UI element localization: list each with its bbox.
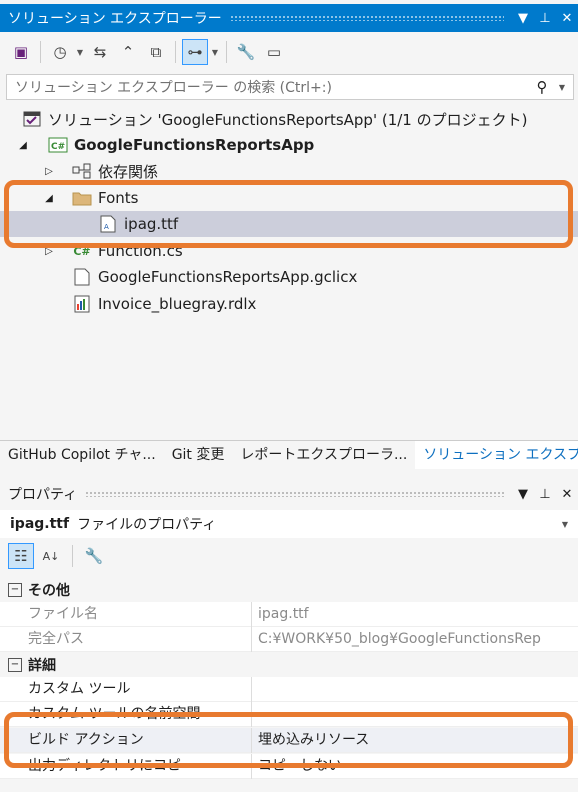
tree-item-label: GoogleFunctionsReportsApp.gclicx: [98, 268, 358, 286]
titlebar-grip[interactable]: [229, 15, 504, 21]
chevron-down-icon[interactable]: ▼: [75, 48, 85, 57]
property-name: カスタム ツール: [0, 676, 252, 702]
tab-report-explorer[interactable]: レポートエクスプローラ...: [232, 441, 415, 469]
file-icon: [72, 268, 92, 286]
toolbar-separator: [40, 41, 41, 63]
collapse-icon[interactable]: −: [8, 582, 22, 597]
properties-toolbar: ☷ A↓ 🔧: [0, 540, 578, 572]
search-input[interactable]: ソリューション エクスプローラー の検索 (Ctrl+:): [7, 77, 527, 97]
tree-item-label: Invoice_bluegray.rdlx: [98, 295, 257, 313]
category-label: 詳細: [28, 657, 56, 674]
annotation-highlight-fonts: [4, 180, 573, 248]
categorized-icon[interactable]: ☷: [8, 543, 34, 569]
window-position-dropdown-icon[interactable]: ▼: [512, 11, 534, 26]
category-other[interactable]: − その他: [0, 577, 578, 602]
collapse-all-icon[interactable]: ⌃: [115, 39, 141, 65]
property-value[interactable]: [252, 677, 578, 702]
close-icon[interactable]: ✕: [556, 487, 578, 502]
tree-item-project[interactable]: ◢ C# GoogleFunctionsReportsApp: [0, 132, 578, 158]
properties-object-selector[interactable]: ipag.ttf ファイルのプロパティ ▼: [0, 510, 578, 538]
pin-icon[interactable]: ⊥: [534, 487, 556, 502]
tree-item-solution[interactable]: ソリューション 'GoogleFunctionsReportsApp' (1/1…: [0, 106, 578, 132]
property-row-custom-tool[interactable]: カスタム ツール: [0, 676, 578, 702]
category-label: その他: [28, 582, 70, 599]
property-name: ファイル名: [0, 601, 252, 627]
solution-explorer-toolbar: ▣ ◷ ▼ ⇆ ⌃ ⧉ ⊶ ▼ 🔧 ▭: [0, 32, 578, 72]
property-value: ipag.ttf: [258, 605, 309, 622]
property-value: C:¥WORK¥50_blog¥GoogleFunctionsRep: [258, 630, 541, 647]
show-all-files-icon[interactable]: ⧉: [143, 39, 169, 65]
expanded-arrow-icon[interactable]: ◢: [16, 140, 30, 151]
tab-solution-explorer[interactable]: ソリューション エクスプ...: [415, 441, 578, 469]
dependencies-icon: [72, 162, 92, 180]
report-file-icon: [72, 295, 92, 313]
search-icon[interactable]: ⚲: [527, 78, 557, 96]
collapsed-arrow-icon[interactable]: ▷: [42, 166, 56, 177]
pin-icon[interactable]: ⊥: [534, 11, 556, 26]
chevron-down-icon[interactable]: ▼: [210, 48, 220, 57]
tree-item-gclicx[interactable]: GoogleFunctionsReportsApp.gclicx: [0, 264, 578, 290]
tree-item-label: ソリューション 'GoogleFunctionsReportsApp' (1/1…: [48, 110, 528, 129]
tree-item-rdlx[interactable]: Invoice_bluegray.rdlx: [0, 291, 578, 317]
alphabetical-icon[interactable]: A↓: [38, 543, 64, 569]
solution-icon: [22, 110, 42, 128]
tab-github-copilot[interactable]: GitHub Copilot チャ...: [0, 441, 164, 469]
chevron-down-icon[interactable]: ▼: [560, 520, 570, 529]
tree-item-label: GoogleFunctionsReportsApp: [74, 136, 315, 154]
window-position-dropdown-icon[interactable]: ▼: [512, 487, 534, 502]
solution-explorer-titlebar: ソリューション エクスプローラー ▼ ⊥ ✕: [0, 4, 578, 32]
svg-text:C#: C#: [51, 142, 65, 152]
property-pages-wrench-icon[interactable]: 🔧: [81, 543, 107, 569]
pending-changes-filter-icon[interactable]: ◷: [47, 39, 73, 65]
close-icon[interactable]: ✕: [556, 11, 578, 26]
tree-item-label: 依存関係: [98, 162, 159, 181]
annotation-highlight-build-action: [4, 712, 573, 768]
object-name: ipag.ttf: [10, 516, 70, 532]
csharp-project-icon: C#: [48, 136, 68, 154]
properties-wrench-icon[interactable]: 🔧: [233, 39, 259, 65]
search-options-dropdown-icon[interactable]: ▼: [557, 83, 567, 92]
hierarchy-view-icon[interactable]: ⊶: [182, 39, 208, 65]
toolbar-separator: [226, 41, 227, 63]
properties-titlebar: プロパティ ▼ ⊥ ✕: [0, 480, 578, 508]
property-row-fullpath[interactable]: 完全パス C:¥WORK¥50_blog¥GoogleFunctionsRep: [0, 626, 578, 652]
toolbar-separator: [175, 41, 176, 63]
sync-with-active-document-icon[interactable]: ⇆: [87, 39, 113, 65]
category-advanced[interactable]: − 詳細: [0, 652, 578, 677]
toolbar-separator: [72, 545, 73, 567]
properties-title: プロパティ: [8, 487, 78, 503]
solution-explorer-title: ソリューション エクスプローラー: [8, 11, 222, 27]
collapse-icon[interactable]: −: [8, 657, 22, 672]
preview-selected-items-icon[interactable]: ▭: [261, 39, 287, 65]
property-name: 完全パス: [0, 626, 252, 652]
titlebar-grip[interactable]: [85, 491, 504, 497]
tool-window-tabs: GitHub Copilot チャ... Git 変更 レポートエクスプローラ.…: [0, 440, 578, 469]
property-row-filename[interactable]: ファイル名 ipag.ttf: [0, 601, 578, 627]
tab-git-changes[interactable]: Git 変更: [164, 441, 233, 469]
solution-explorer-search[interactable]: ソリューション エクスプローラー の検索 (Ctrl+:) ⚲ ▼: [6, 74, 574, 100]
object-type: ファイルのプロパティ: [77, 517, 217, 533]
switch-views-icon[interactable]: ▣: [8, 39, 34, 65]
